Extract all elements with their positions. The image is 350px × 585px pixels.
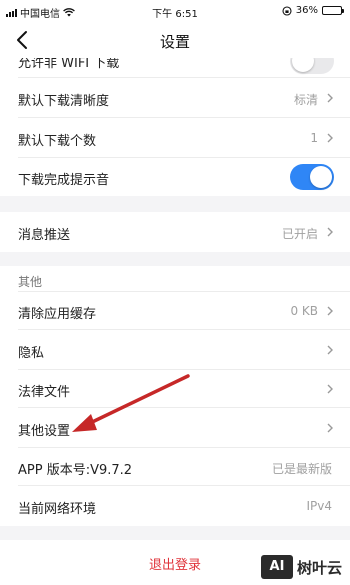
chevron-right-icon xyxy=(327,227,333,237)
status-bar: 中国电信 下午 6:51 36% xyxy=(0,0,350,22)
chevron-right-icon xyxy=(327,133,333,143)
row-label: 法律文件 xyxy=(18,385,71,400)
section-title: 其他 xyxy=(18,275,43,289)
legal-documents-row[interactable]: 法律文件 xyxy=(0,370,350,408)
row-label: 默认下载个数 xyxy=(18,134,97,149)
battery-percent: 36% xyxy=(295,5,318,16)
toggle-knob xyxy=(292,58,314,72)
allow-non-wifi-toggle[interactable] xyxy=(290,58,334,74)
allow-non-wifi-download-row[interactable]: 允许非 WIFI 下载 xyxy=(0,58,350,78)
toggle-knob xyxy=(310,166,332,188)
battery-icon xyxy=(322,6,344,15)
chevron-right-icon xyxy=(327,423,333,433)
app-version-row: APP 版本号:V9.7.2 已是最新版 xyxy=(0,448,350,486)
download-quality-row[interactable]: 默认下载清晰度 标清 xyxy=(0,78,350,118)
section-header-other: 其他 xyxy=(0,266,350,292)
row-label: 默认下载清晰度 xyxy=(18,94,110,109)
chevron-right-icon xyxy=(327,93,333,103)
rotation-lock-icon xyxy=(282,5,292,16)
page-title: 设置 xyxy=(159,33,190,51)
row-value: 1 xyxy=(310,131,318,145)
row-label: APP 版本号:V9.7.2 xyxy=(18,463,133,478)
row-value: 已开启 xyxy=(281,227,318,241)
download-sound-toggle[interactable] xyxy=(290,164,334,190)
row-value: 标清 xyxy=(293,93,318,107)
chevron-right-icon xyxy=(327,306,333,316)
row-label: 下载完成提示音 xyxy=(18,173,110,188)
download-complete-sound-row: 下载完成提示音 xyxy=(0,158,350,196)
clear-cache-row[interactable]: 清除应用缓存 0 KB xyxy=(0,292,350,330)
row-value: IPv4 xyxy=(306,499,332,513)
watermark-logo: AI xyxy=(260,555,293,579)
nav-bar: 设置 xyxy=(0,22,350,58)
row-label: 其他设置 xyxy=(18,424,71,439)
privacy-row[interactable]: 隐私 xyxy=(0,330,350,370)
other-settings-row[interactable]: 其他设置 xyxy=(0,408,350,448)
network-environment-row: 当前网络环境 IPv4 xyxy=(0,486,350,526)
chevron-right-icon xyxy=(327,384,333,394)
row-label: 允许非 WIFI 下载 xyxy=(18,58,120,71)
row-label: 隐私 xyxy=(18,346,45,361)
chevron-right-icon xyxy=(327,345,333,355)
watermark-text: 树叶云 xyxy=(296,558,342,577)
row-value: 已是最新版 xyxy=(271,462,332,476)
row-label: 当前网络环境 xyxy=(18,502,97,517)
row-label: 清除应用缓存 xyxy=(18,307,97,322)
watermark: AI 树叶云 xyxy=(260,555,342,579)
message-push-row[interactable]: 消息推送 已开启 xyxy=(0,212,350,252)
row-label: 消息推送 xyxy=(18,228,71,243)
download-count-row[interactable]: 默认下载个数 1 xyxy=(0,118,350,158)
row-value: 0 KB xyxy=(290,304,318,318)
